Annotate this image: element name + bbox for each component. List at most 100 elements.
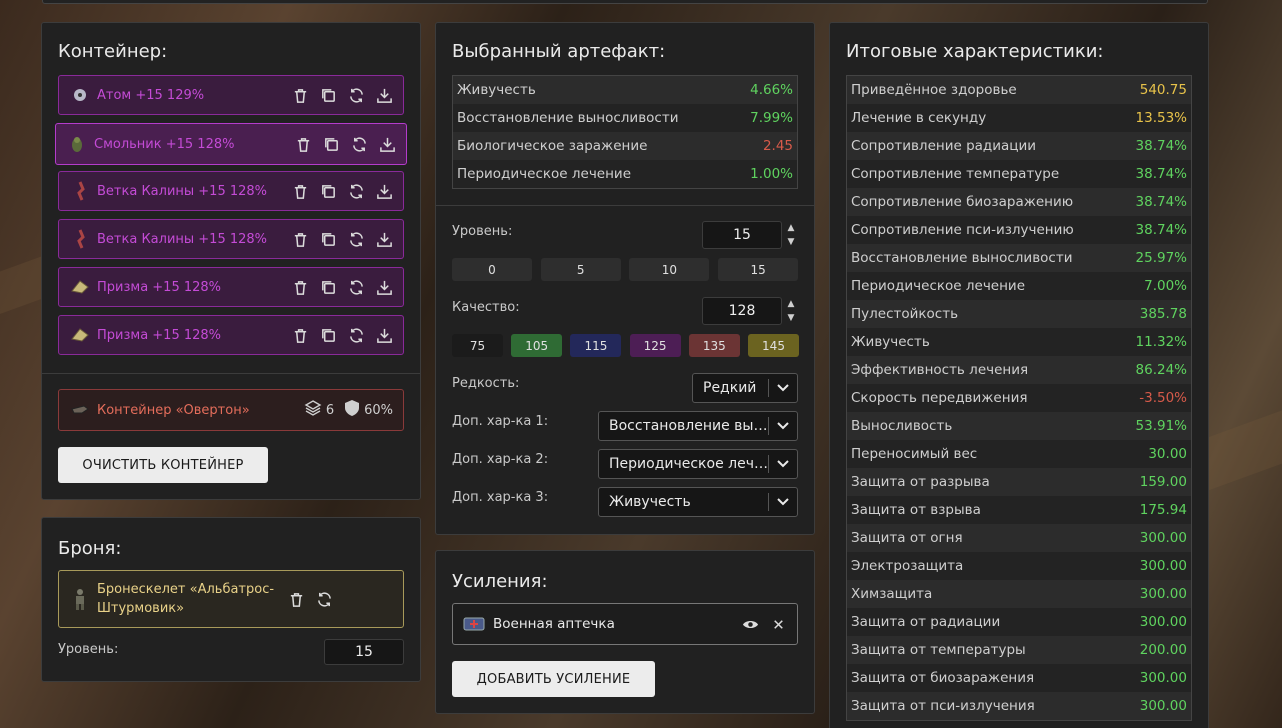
download-icon[interactable]	[375, 182, 394, 201]
quality-preset-button[interactable]: 105	[511, 334, 563, 357]
stat-value: 300.00	[1139, 698, 1187, 714]
level-preset-button[interactable]: 5	[540, 258, 621, 281]
armor-panel-title: Броня:	[58, 538, 122, 559]
artifact-row[interactable]: Атом +15 129%	[58, 75, 404, 115]
quality-stepper-down[interactable]: ▼	[785, 312, 797, 324]
trash-icon[interactable]	[294, 135, 313, 154]
stat-value: 13.53%	[1135, 110, 1187, 126]
artifact-actions	[294, 135, 397, 154]
refresh-icon[interactable]	[347, 326, 366, 345]
artifact-name: Ветка Калины +15 128%	[97, 231, 268, 247]
artifact-name: Смольник +15 128%	[94, 136, 235, 152]
trash-icon[interactable]	[287, 590, 306, 609]
close-icon[interactable]	[769, 615, 788, 634]
extra2-select[interactable]: Периодическое лечение	[598, 449, 798, 479]
container-slots-value: 6	[325, 402, 335, 418]
extra3-select[interactable]: Живучесть	[598, 487, 798, 517]
refresh-icon[interactable]	[347, 278, 366, 297]
refresh-icon[interactable]	[347, 86, 366, 105]
total-stat-row: Живучесть 11.32%	[847, 328, 1191, 356]
copy-icon[interactable]	[319, 230, 338, 249]
artifact-stat-row: Восстановление выносливости 7.99%	[453, 104, 797, 132]
level-input[interactable]: 15	[702, 221, 782, 249]
stat-label: Защита от радиации	[851, 614, 1001, 630]
trash-icon[interactable]	[291, 182, 310, 201]
stat-label: Биологическое заражение	[457, 138, 648, 154]
total-stat-row: Сопротивление радиации 38.74%	[847, 132, 1191, 160]
container-panel-title: Контейнер:	[58, 41, 168, 62]
armor-name: Бронескелет «Альбатрос-Штурмовик»	[97, 582, 275, 616]
refresh-icon[interactable]	[347, 230, 366, 249]
stat-value: 25.97%	[1135, 250, 1187, 266]
copy-icon[interactable]	[322, 135, 341, 154]
quality-preset-button[interactable]: 115	[570, 334, 622, 357]
boost-item[interactable]: Военная аптечка	[452, 603, 798, 645]
trash-icon[interactable]	[291, 86, 310, 105]
extra1-select[interactable]: Восстановление выносливости	[598, 411, 798, 441]
refresh-icon[interactable]	[315, 590, 334, 609]
download-icon[interactable]	[378, 135, 397, 154]
download-icon[interactable]	[375, 86, 394, 105]
total-stat-row: Лечение в секунду 13.53%	[847, 104, 1191, 132]
refresh-icon[interactable]	[347, 182, 366, 201]
quality-preset-button[interactable]: 125	[629, 334, 681, 357]
stat-label: Периодическое лечение	[457, 166, 632, 182]
armor-item[interactable]: Бронескелет «Альбатрос-Штурмовик»	[58, 570, 404, 628]
copy-icon[interactable]	[319, 278, 338, 297]
add-boost-button[interactable]: ДОБАВИТЬ УСИЛЕНИЕ	[452, 661, 655, 697]
quality-input[interactable]: 128	[702, 297, 782, 325]
level-stepper-down[interactable]: ▼	[785, 236, 797, 248]
artifact-row[interactable]: Ветка Калины +15 128%	[58, 171, 404, 211]
total-stat-row: Выносливость 53.91%	[847, 412, 1191, 440]
quality-stepper-up[interactable]: ▲	[785, 298, 797, 310]
download-icon[interactable]	[375, 230, 394, 249]
level-preset-button[interactable]: 15	[718, 258, 799, 281]
artifact-name: Атом +15 129%	[97, 87, 205, 103]
rarity-select[interactable]: Редкий	[692, 373, 798, 403]
container-protection: 60%	[344, 399, 393, 421]
download-icon[interactable]	[375, 326, 394, 345]
armor-level-label: Уровень:	[58, 642, 119, 657]
stat-label: Защита от взрыва	[851, 502, 981, 518]
trash-icon[interactable]	[291, 326, 310, 345]
stat-value: 7.00%	[1144, 278, 1187, 294]
trash-icon[interactable]	[291, 230, 310, 249]
stat-label: Восстановление выносливости	[457, 110, 679, 126]
trash-icon[interactable]	[291, 278, 310, 297]
stat-label: Живучесть	[851, 334, 930, 350]
eye-icon[interactable]	[741, 615, 760, 634]
clear-container-button[interactable]: ОЧИСТИТЬ КОНТЕЙНЕР	[58, 447, 268, 483]
container-item[interactable]: Контейнер «Овертон» 6 60%	[58, 389, 404, 431]
level-preset-button[interactable]: 10	[629, 258, 710, 281]
armor-level-input[interactable]: 15	[324, 639, 404, 665]
total-stat-row: Защита от взрыва 175.94	[847, 496, 1191, 524]
stat-value: 11.32%	[1135, 334, 1187, 350]
refresh-icon[interactable]	[350, 135, 369, 154]
artifact-row[interactable]: Ветка Калины +15 128%	[58, 219, 404, 259]
quality-preset-button[interactable]: 145	[748, 334, 799, 357]
artifact-row[interactable]: Призма +15 128%	[58, 267, 404, 307]
level-stepper-up[interactable]: ▲	[785, 222, 797, 234]
quality-preset-button[interactable]: 75	[452, 334, 503, 357]
stat-label: Электрозащита	[851, 558, 964, 574]
artifact-row[interactable]: Смольник +15 128%	[55, 123, 407, 165]
quality-preset-button[interactable]: 135	[688, 334, 740, 357]
chevron-down-icon	[769, 384, 797, 392]
level-preset-button[interactable]: 0	[452, 258, 532, 281]
exoskeleton-icon	[69, 588, 91, 610]
copy-icon[interactable]	[319, 182, 338, 201]
stat-label: Живучесть	[457, 82, 536, 98]
artifact-row[interactable]: Призма +15 128%	[58, 315, 404, 355]
download-icon[interactable]	[375, 278, 394, 297]
artifact-divider	[436, 205, 814, 206]
totals-panel-title: Итоговые характеристики:	[846, 41, 1104, 62]
copy-icon[interactable]	[319, 326, 338, 345]
artifact-stat-row: Биологическое заражение 2.45	[453, 132, 797, 160]
copy-icon[interactable]	[319, 86, 338, 105]
smolnik-artifact-icon	[66, 133, 88, 155]
total-stat-row: Сопротивление температуре 38.74%	[847, 160, 1191, 188]
stat-value: 540.75	[1139, 82, 1187, 98]
stat-value: 300.00	[1139, 614, 1187, 630]
stat-value: 300.00	[1139, 558, 1187, 574]
total-stat-row: Защита от огня 300.00	[847, 524, 1191, 552]
